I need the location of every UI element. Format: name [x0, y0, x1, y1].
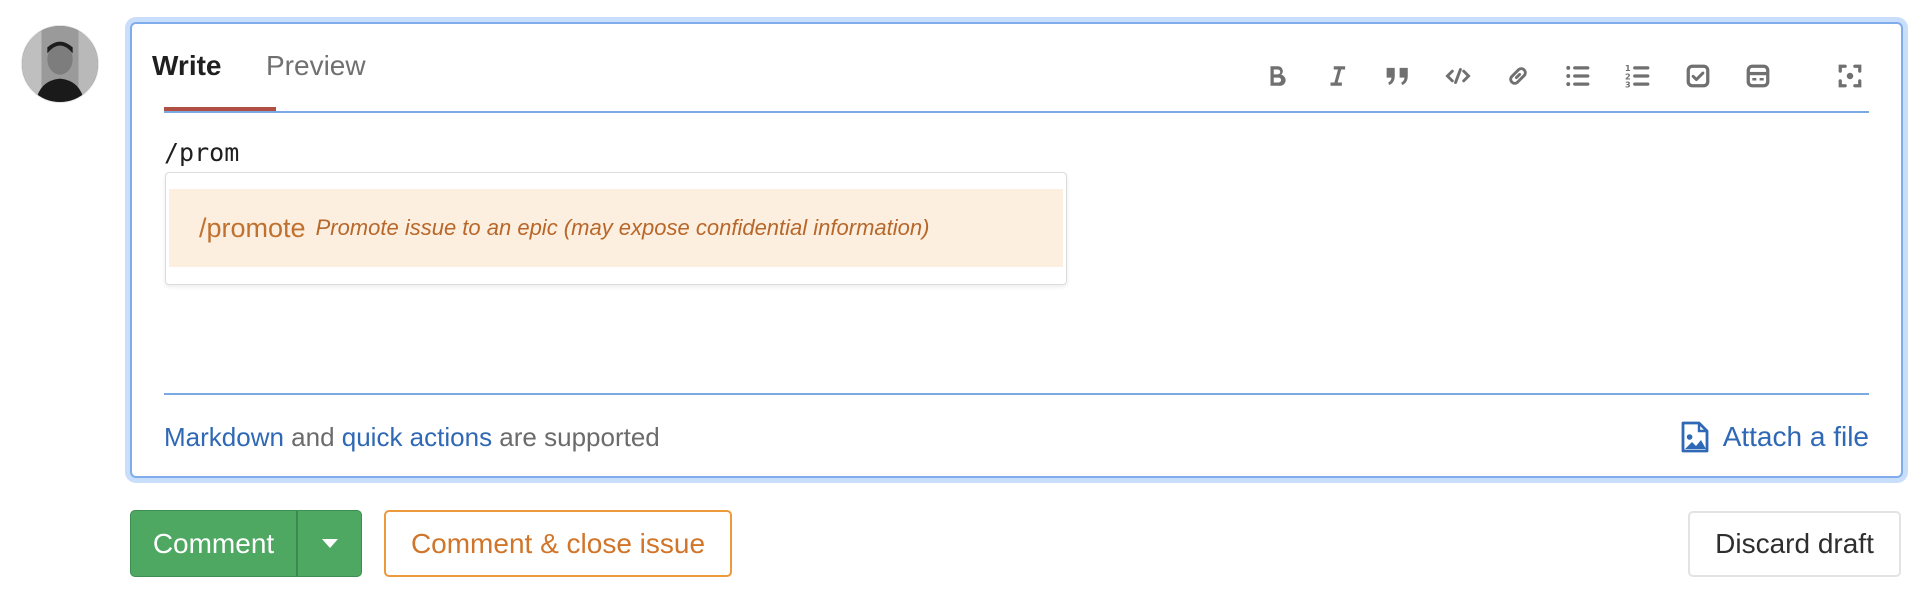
bold-button[interactable] [1257, 56, 1297, 96]
table-button[interactable] [1738, 56, 1778, 96]
image-file-icon [1681, 421, 1709, 453]
discard-draft-button[interactable]: Discard draft [1688, 511, 1901, 577]
comment-options-dropdown[interactable] [298, 511, 361, 576]
tab-write[interactable]: Write [152, 50, 222, 82]
tabs-divider [164, 111, 1869, 113]
svg-text:3: 3 [1625, 79, 1631, 89]
quote-button[interactable] [1378, 56, 1418, 96]
link-button[interactable] [1498, 56, 1538, 96]
quick-actions-link[interactable]: quick actions [342, 422, 492, 452]
autocomplete-description: Promote issue to an epic (may expose con… [315, 215, 930, 240]
quote-icon [1386, 67, 1408, 85]
code-button[interactable] [1438, 56, 1478, 96]
bullet-list-icon [1566, 65, 1590, 87]
attach-file-label: Attach a file [1722, 421, 1869, 452]
italic-button[interactable] [1317, 56, 1357, 96]
bold-icon [1270, 66, 1286, 86]
comment-and-close-button[interactable]: Comment & close issue [384, 510, 732, 577]
user-photo [22, 26, 98, 102]
fullscreen-icon [1838, 64, 1862, 88]
autocomplete-command: /promote [199, 212, 306, 243]
link-icon [1509, 67, 1527, 85]
autocomplete-item[interactable]: /promote Promote issue to an epic (may e… [169, 189, 1063, 267]
hint-and: and [283, 422, 342, 452]
hint-suffix: are supported [492, 422, 660, 452]
code-icon [1445, 68, 1471, 84]
italic-icon [1330, 66, 1346, 86]
task-list-button[interactable] [1678, 56, 1718, 96]
numbered-list-icon: 123 [1625, 63, 1650, 89]
table-icon [1746, 64, 1770, 88]
quick-action-autocomplete: /promote Promote issue to an epic (may e… [165, 172, 1067, 285]
tab-preview[interactable]: Preview [266, 50, 366, 82]
markdown-link[interactable]: Markdown [164, 422, 284, 452]
caret-down-icon [321, 539, 338, 548]
fullscreen-button[interactable] [1830, 56, 1870, 96]
comment-split-button: Comment [130, 510, 362, 577]
avatar[interactable] [21, 25, 99, 103]
numbered-list-button[interactable]: 123 [1618, 56, 1658, 96]
comment-textarea[interactable]: /prom [164, 138, 239, 167]
attach-file-button[interactable]: Attach a file [1681, 421, 1869, 453]
checkbox-icon [1686, 64, 1710, 88]
markdown-hint: Markdown and quick actions are supported [164, 422, 660, 453]
comment-editor: Write Preview 123 /prom /promote Promote… [130, 22, 1903, 478]
footer-divider [164, 393, 1869, 395]
bullet-list-button[interactable] [1558, 56, 1598, 96]
comment-button[interactable]: Comment [131, 511, 298, 576]
